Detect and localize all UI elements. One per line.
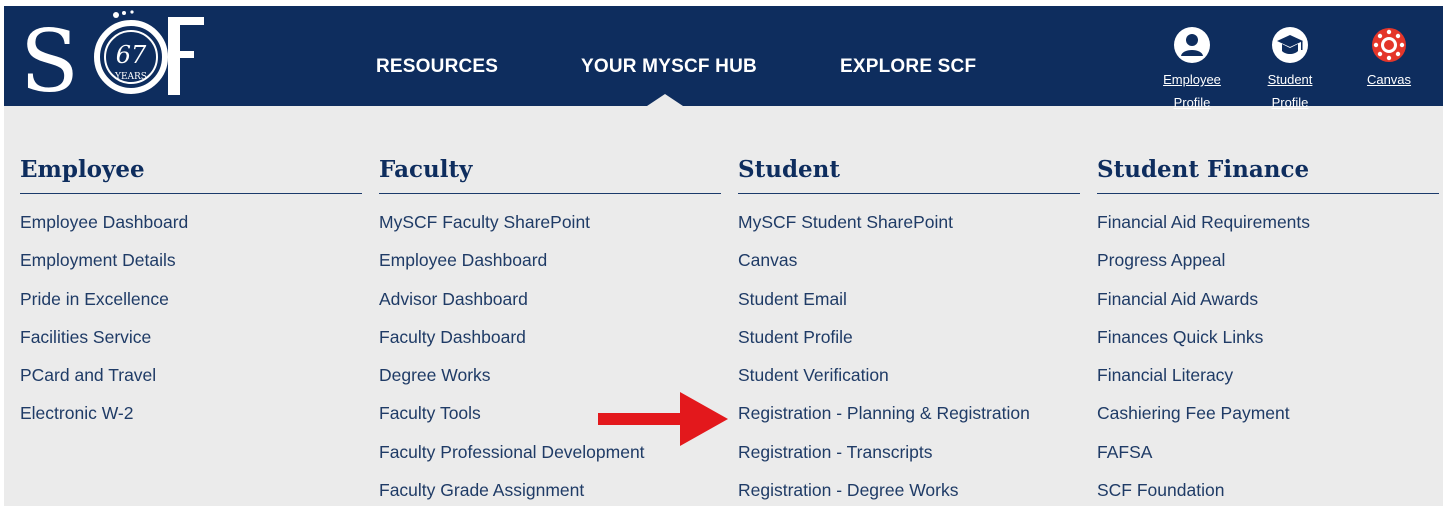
scf-logo[interactable]: S 67 YEARS — [18, 9, 208, 103]
canvas-logo-icon — [1372, 28, 1406, 62]
canvas-link[interactable]: Canvas — [1354, 26, 1424, 91]
student-profile-link[interactable]: Student Profile — [1257, 26, 1323, 114]
active-menu-caret — [647, 94, 683, 106]
menu-link[interactable]: Faculty Dashboard — [379, 327, 721, 365]
menu-link[interactable]: Financial Aid Awards — [1097, 289, 1439, 327]
logo-wordmark: S — [20, 12, 77, 103]
link-list: Financial Aid Requirements Progress Appe… — [1097, 212, 1439, 506]
menu-link[interactable]: Employment Details — [20, 250, 362, 288]
menu-link[interactable]: Pride in Excellence — [20, 289, 362, 327]
menu-link[interactable]: Student Verification — [738, 365, 1080, 403]
nav-resources[interactable]: RESOURCES — [376, 56, 498, 78]
employee-profile-line2: Profile — [1173, 95, 1211, 110]
column-title: Student Finance — [1097, 156, 1439, 194]
menu-link[interactable]: PCard and Travel — [20, 365, 362, 403]
red-arrow-annotation — [598, 392, 728, 446]
link-list: Employee Dashboard Employment Details Pr… — [20, 212, 362, 442]
menu-link[interactable]: Financial Literacy — [1097, 365, 1439, 403]
menu-link[interactable]: FAFSA — [1097, 442, 1439, 480]
graduation-cap-icon — [1272, 27, 1308, 63]
menu-link[interactable]: Registration - Degree Works — [738, 480, 1080, 506]
canvas-label: Canvas — [1366, 72, 1412, 87]
menu-link[interactable]: Student Profile — [738, 327, 1080, 365]
page-frame: S 67 YEARS RESOURCES YOUR MYSCF HUB EXPL… — [4, 6, 1443, 506]
menu-link[interactable]: Faculty Professional Development — [379, 442, 721, 480]
person-icon — [1174, 27, 1210, 63]
menu-link[interactable]: Employee Dashboard — [379, 250, 721, 288]
link-list: MySCF Student SharePoint Canvas Student … — [738, 212, 1080, 506]
employee-profile-line1: Employee — [1163, 72, 1221, 87]
nav-your-myscf-hub[interactable]: YOUR MYSCF HUB — [581, 56, 757, 78]
menu-link[interactable]: Registration - Transcripts — [738, 442, 1080, 480]
menu-link[interactable]: Canvas — [738, 250, 1080, 288]
column-title: Employee — [20, 156, 362, 194]
column-student: Student MySCF Student SharePoint Canvas … — [738, 156, 1080, 506]
menu-link-registration-planning[interactable]: Registration - Planning & Registration — [738, 403, 1080, 441]
column-employee: Employee Employee Dashboard Employment D… — [20, 156, 362, 442]
top-navigation-bar: S 67 YEARS RESOURCES YOUR MYSCF HUB EXPL… — [4, 6, 1443, 110]
menu-link[interactable]: MySCF Faculty SharePoint — [379, 212, 721, 250]
menu-link[interactable]: Facilities Service — [20, 327, 362, 365]
menu-link[interactable]: Student Email — [738, 289, 1080, 327]
column-student-finance: Student Finance Financial Aid Requiremen… — [1097, 156, 1439, 506]
menu-link[interactable]: Cashiering Fee Payment — [1097, 403, 1439, 441]
logo-badge-number: 67 — [116, 41, 147, 69]
menu-link[interactable]: MySCF Student SharePoint — [738, 212, 1080, 250]
menu-link[interactable]: Progress Appeal — [1097, 250, 1439, 288]
menu-link[interactable]: Faculty Grade Assignment — [379, 480, 721, 506]
menu-link[interactable]: Finances Quick Links — [1097, 327, 1439, 365]
nav-explore-scf[interactable]: EXPLORE SCF — [840, 56, 976, 78]
menu-link[interactable]: Employee Dashboard — [20, 212, 362, 250]
menu-link[interactable]: Advisor Dashboard — [379, 289, 721, 327]
menu-link[interactable]: Electronic W-2 — [20, 403, 362, 441]
menu-link[interactable]: Financial Aid Requirements — [1097, 212, 1439, 250]
student-profile-line2: Profile — [1271, 95, 1309, 110]
menu-link[interactable]: SCF Foundation — [1097, 480, 1439, 506]
employee-profile-link[interactable]: Employee Profile — [1154, 26, 1230, 114]
logo-badge-label: YEARS — [114, 72, 147, 82]
column-title: Faculty — [379, 156, 721, 194]
column-title: Student — [738, 156, 1080, 194]
student-profile-line1: Student — [1267, 72, 1313, 87]
link-list: MySCF Faculty SharePoint Employee Dashbo… — [379, 212, 721, 506]
column-faculty: Faculty MySCF Faculty SharePoint Employe… — [379, 156, 721, 506]
